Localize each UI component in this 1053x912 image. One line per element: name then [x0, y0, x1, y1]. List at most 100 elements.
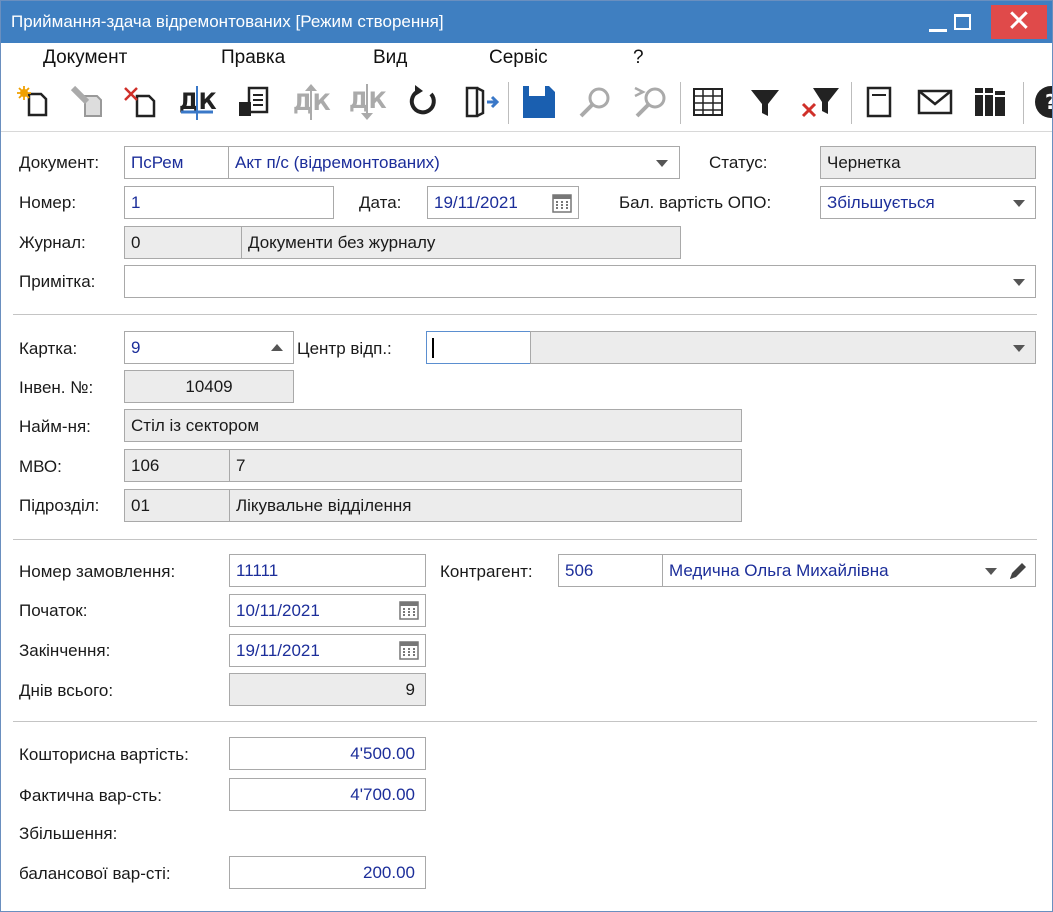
menu-help[interactable]: ? [633, 47, 644, 69]
svg-text:?: ? [1045, 90, 1053, 114]
status-field: Чернетка [820, 146, 1036, 179]
journal-name-field: Документи без журналу [241, 226, 681, 259]
calendar-icon[interactable] [399, 600, 419, 620]
text-caret [432, 338, 434, 358]
inv-label: Інвен. №: [19, 378, 94, 397]
status-label: Статус: [709, 153, 768, 172]
close-icon: ✕ [1006, 5, 1032, 38]
chevron-down-icon[interactable] [985, 568, 997, 575]
center-name-select[interactable] [530, 331, 1036, 364]
journal-label: Журнал: [19, 233, 86, 252]
chevron-up-icon[interactable] [271, 344, 283, 351]
mvo-code-field: 106 [124, 449, 230, 482]
menu-service[interactable]: Сервіс [489, 47, 548, 69]
print-doc-icon[interactable] [235, 82, 275, 122]
start-date-field[interactable]: 10/11/2021 [229, 594, 426, 627]
note-label: Примітка: [19, 272, 96, 291]
contractor-code-field[interactable]: 506 [558, 554, 664, 587]
find-icon[interactable] [575, 82, 615, 122]
toolbar-separator [851, 82, 852, 124]
chevron-down-icon[interactable] [1013, 279, 1025, 286]
mail-icon[interactable] [915, 82, 955, 122]
maximize-button[interactable] [939, 5, 989, 39]
center-label: Центр відп.: [297, 339, 392, 358]
days-label: Днів всього: [19, 681, 114, 700]
menu-edit[interactable]: Правка [221, 47, 285, 69]
chevron-down-icon[interactable] [656, 160, 668, 167]
end-date-value: 19/11/2021 [236, 641, 320, 660]
number-field[interactable]: 1 [124, 186, 334, 219]
document-type-value: Акт п/с (відремонтованих) [235, 153, 440, 172]
pencil-icon[interactable] [1007, 560, 1029, 582]
balance-increase-field[interactable]: 200.00 [229, 856, 426, 889]
date-value: 19/11/2021 [434, 193, 518, 212]
document-code-field[interactable]: ПсРем [124, 146, 230, 179]
toolbar: ДК ДК ДК [1, 74, 1052, 132]
menu-document[interactable]: Документ [43, 47, 127, 69]
card-field[interactable]: 9 [124, 331, 294, 364]
books-icon[interactable] [971, 82, 1011, 122]
contractor-select[interactable]: Медична Ольга Михайлівна [662, 554, 1036, 587]
estimate-label: Кошторисна вартість: [19, 745, 189, 764]
name-label: Найм-ня: [19, 417, 91, 436]
days-field: 9 [229, 673, 426, 706]
title-bar[interactable]: Приймання-здача відремонтованих [Режим с… [1, 1, 1052, 43]
start-date-value: 10/11/2021 [236, 601, 320, 620]
chevron-down-icon[interactable] [1013, 345, 1025, 352]
card-label: Картка: [19, 339, 78, 358]
balance-value: Збільшується [827, 193, 935, 212]
contractor-name-value: Медична Ольга Михайлівна [669, 561, 889, 580]
grid-icon[interactable] [689, 82, 729, 122]
save-icon[interactable] [519, 82, 559, 122]
document-label: Документ: [19, 153, 100, 172]
clear-filter-icon[interactable] [801, 82, 841, 122]
dk-up-icon[interactable]: ДК [291, 82, 331, 122]
name-field: Стіл із сектором [124, 409, 742, 442]
new-doc-icon[interactable] [13, 82, 53, 122]
close-button[interactable]: ✕ [991, 5, 1047, 39]
date-label: Дата: [359, 193, 402, 212]
journal-code-field: 0 [124, 226, 242, 259]
exit-icon[interactable] [461, 82, 501, 122]
order-label: Номер замовлення: [19, 562, 176, 581]
maximize-icon [954, 14, 971, 30]
find-next-icon[interactable] [631, 82, 671, 122]
estimate-field[interactable]: 4'500.00 [229, 737, 426, 770]
end-date-field[interactable]: 19/11/2021 [229, 634, 426, 667]
menu-bar: Документ Правка Вид Сервіс ? [1, 43, 1052, 73]
section-divider [13, 721, 1037, 722]
order-number-field[interactable]: 11111 [229, 554, 426, 587]
balance-increase-label: балансової вар-сті: [19, 864, 171, 883]
refresh-icon[interactable] [403, 82, 443, 122]
edit-doc-icon[interactable] [67, 82, 107, 122]
toolbar-separator [508, 82, 509, 124]
delete-doc-icon[interactable] [121, 82, 161, 122]
contractor-label: Контрагент: [440, 562, 533, 581]
center-code-field[interactable] [426, 331, 532, 364]
calendar-icon[interactable] [552, 193, 572, 213]
card-value: 9 [131, 338, 141, 357]
number-label: Номер: [19, 193, 77, 212]
dialog-window: Приймання-здача відремонтованих [Режим с… [0, 0, 1053, 912]
help-icon[interactable]: ? [1031, 82, 1053, 122]
balance-select[interactable]: Збільшується [820, 186, 1036, 219]
dept-name-field: Лікувальне відділення [229, 489, 742, 522]
end-label: Закінчення: [19, 641, 111, 660]
actual-field[interactable]: 4'700.00 [229, 778, 426, 811]
toolbar-separator [680, 82, 681, 124]
dk-down-icon[interactable]: ДК [347, 82, 387, 122]
actual-label: Фактична вар-сть: [19, 786, 162, 805]
toolbar-separator [1023, 82, 1024, 124]
notepad-icon[interactable] [859, 82, 899, 122]
section-divider [13, 539, 1037, 540]
filter-icon[interactable] [745, 82, 785, 122]
calendar-icon[interactable] [399, 640, 419, 660]
start-label: Початок: [19, 601, 88, 620]
chevron-down-icon[interactable] [1013, 200, 1025, 207]
note-select[interactable] [124, 265, 1036, 298]
increase-label: Збільшення: [19, 824, 118, 843]
mvo-name-field: 7 [229, 449, 742, 482]
dk-icon[interactable]: ДК [177, 82, 217, 122]
document-type-select[interactable]: Акт п/с (відремонтованих) [228, 146, 680, 179]
menu-view[interactable]: Вид [373, 47, 407, 69]
